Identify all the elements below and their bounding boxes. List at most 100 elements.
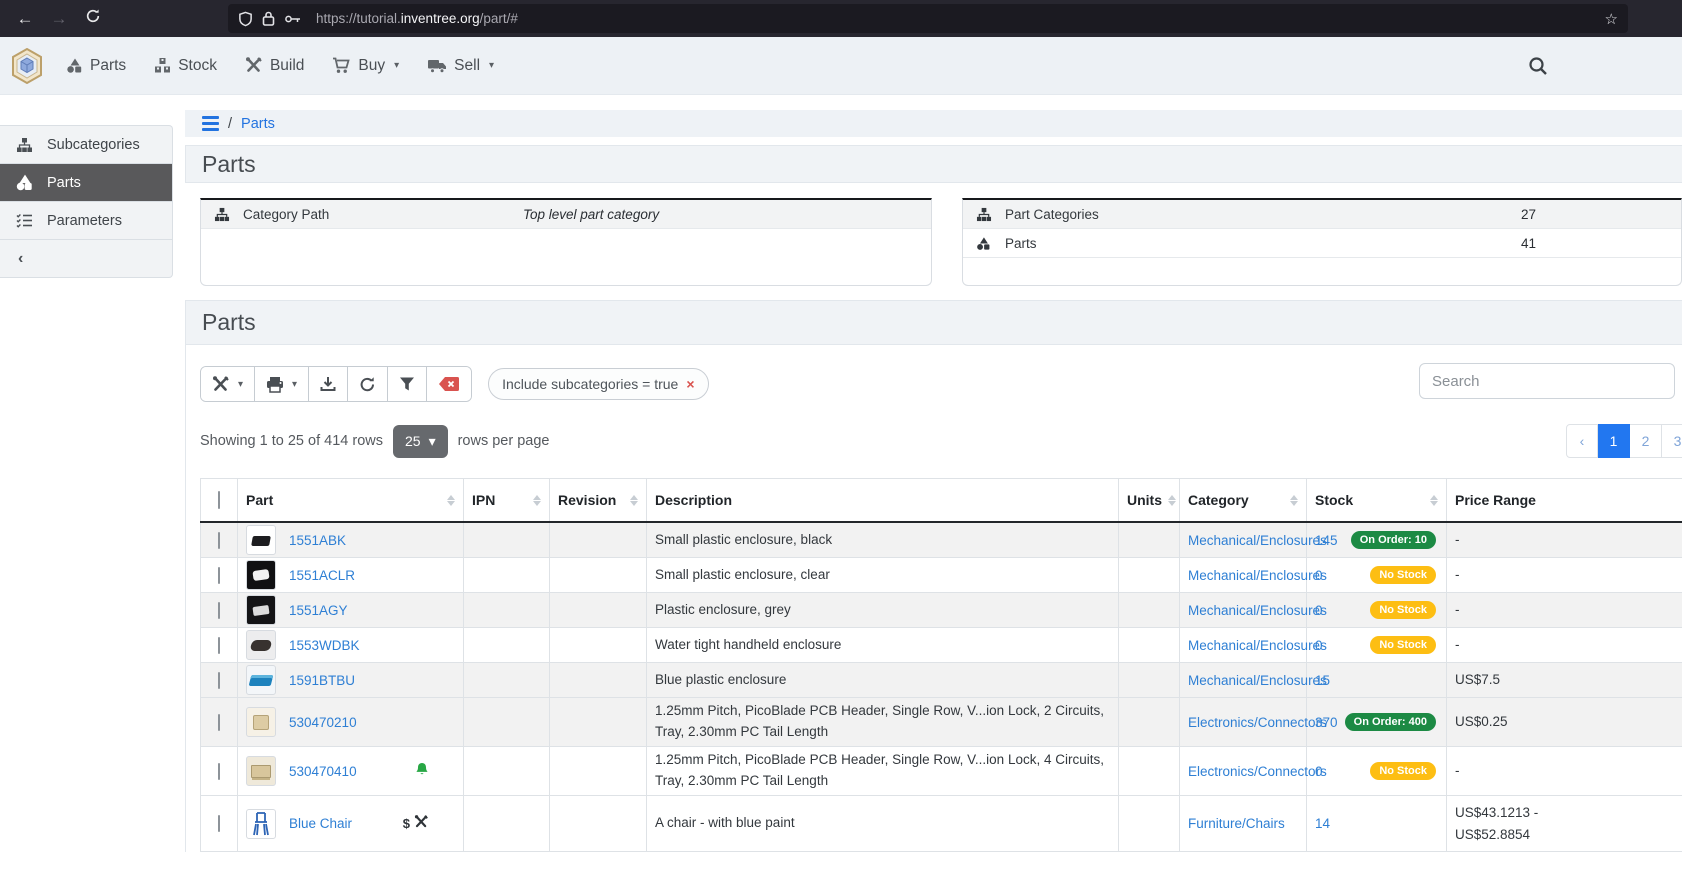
table-search-input[interactable] bbox=[1419, 363, 1675, 399]
search-icon[interactable] bbox=[1528, 56, 1548, 81]
browser-back-icon[interactable]: ← bbox=[8, 9, 42, 29]
filter-chip-include-subcategories[interactable]: Include subcategories = true × bbox=[488, 368, 708, 400]
header-description[interactable]: Description bbox=[647, 479, 1119, 523]
row-checkbox[interactable] bbox=[218, 532, 220, 549]
page-size-dropdown[interactable]: 25▾ bbox=[393, 425, 448, 458]
row-checkbox[interactable] bbox=[218, 714, 220, 731]
header-units[interactable]: Units bbox=[1119, 479, 1180, 523]
inventree-logo[interactable] bbox=[10, 48, 44, 84]
price-range-value: - bbox=[1455, 760, 1674, 782]
category-link[interactable]: Mechanical/Enclosures bbox=[1188, 533, 1327, 548]
part-description: Blue plastic enclosure bbox=[655, 670, 1110, 691]
category-link[interactable]: Mechanical/Enclosures bbox=[1188, 568, 1327, 583]
clear-filters-button[interactable] bbox=[427, 367, 471, 401]
sidebar-collapse-button[interactable]: ‹ bbox=[0, 240, 172, 277]
stock-link[interactable]: 0 bbox=[1315, 568, 1323, 583]
bookmark-star-icon[interactable]: ☆ bbox=[1605, 10, 1618, 28]
tools-icon bbox=[414, 815, 429, 832]
header-ipn[interactable]: IPN bbox=[464, 479, 550, 523]
header-stock[interactable]: Stock bbox=[1307, 479, 1447, 523]
row-checkbox[interactable] bbox=[218, 672, 220, 689]
category-detail-card: Category Path Top level part category bbox=[200, 198, 932, 286]
select-all-checkbox[interactable] bbox=[218, 491, 220, 509]
part-categories-label: Part Categories bbox=[1005, 207, 1285, 222]
stock-link[interactable]: 145 bbox=[1315, 533, 1338, 548]
category-link[interactable]: Electronics/Connectors bbox=[1188, 764, 1327, 779]
stock-link[interactable]: 0 bbox=[1315, 764, 1323, 779]
nav-stock[interactable]: Stock bbox=[154, 57, 217, 75]
nav-buy[interactable]: Buy ▾ bbox=[332, 57, 399, 75]
url-bar[interactable]: https://tutorial.inventree.org/part/# ☆ bbox=[228, 4, 1628, 33]
chip-close-icon[interactable]: × bbox=[686, 376, 694, 392]
breadcrumb-parts-link[interactable]: Parts bbox=[241, 116, 275, 132]
filter-button[interactable] bbox=[388, 367, 427, 401]
part-link[interactable]: 1591BTBU bbox=[289, 673, 355, 688]
browser-forward-icon[interactable]: → bbox=[42, 9, 76, 29]
part-link[interactable]: 530470210 bbox=[289, 715, 357, 730]
part-link[interactable]: 1551ABK bbox=[289, 533, 346, 548]
category-link[interactable]: Mechanical/Enclosures bbox=[1188, 673, 1327, 688]
browser-refresh-icon[interactable] bbox=[76, 8, 110, 29]
showing-rows-text: Showing 1 to 25 of 414 rows bbox=[200, 433, 383, 449]
sidebar-item-subcategories[interactable]: Subcategories bbox=[0, 126, 172, 164]
part-description: 1.25mm Pitch, PicoBlade PCB Header, Sing… bbox=[655, 701, 1110, 743]
part-link[interactable]: Blue Chair bbox=[289, 816, 352, 831]
pagination-page-3[interactable]: 3 bbox=[1662, 424, 1682, 458]
nav-parts[interactable]: Parts bbox=[66, 57, 126, 75]
parts-icon bbox=[66, 57, 83, 74]
pagination-page-2[interactable]: 2 bbox=[1630, 424, 1662, 458]
ipn-cell bbox=[464, 663, 550, 698]
shield-icon[interactable] bbox=[238, 11, 253, 27]
filter-funnel-icon bbox=[399, 376, 415, 392]
breadcrumb-menu-icon[interactable] bbox=[202, 116, 219, 131]
refresh-icon bbox=[359, 376, 376, 393]
print-button[interactable]: ▾ bbox=[255, 367, 309, 401]
part-description: 1.25mm Pitch, PicoBlade PCB Header, Sing… bbox=[655, 750, 1110, 792]
table-header-row: Part IPN Revision Description Units Cate… bbox=[201, 479, 1682, 523]
row-checkbox[interactable] bbox=[218, 815, 220, 832]
header-part[interactable]: Part bbox=[238, 479, 464, 523]
part-link[interactable]: 1551ACLR bbox=[289, 568, 355, 583]
row-checkbox[interactable] bbox=[218, 637, 220, 654]
part-description: A chair - with blue paint bbox=[655, 813, 1110, 834]
ipn-cell bbox=[464, 698, 550, 747]
stock-link[interactable]: 370 bbox=[1315, 715, 1338, 730]
lock-icon[interactable] bbox=[262, 11, 275, 26]
stock-link[interactable]: 0 bbox=[1315, 638, 1323, 653]
part-description: Plastic enclosure, grey bbox=[655, 600, 1110, 621]
ipn-cell bbox=[464, 522, 550, 558]
category-link[interactable]: Mechanical/Enclosures bbox=[1188, 603, 1327, 618]
header-revision[interactable]: Revision bbox=[550, 479, 647, 523]
part-thumbnail bbox=[246, 595, 276, 625]
header-price-range[interactable]: Price Range bbox=[1447, 479, 1682, 523]
chevron-down-icon: ▾ bbox=[238, 379, 243, 390]
pagination-prev[interactable]: ‹ bbox=[1566, 424, 1598, 458]
category-stats-card: Part Categories 27 Parts 41 bbox=[962, 198, 1682, 286]
chevron-down-icon: ▾ bbox=[394, 60, 399, 71]
category-link[interactable]: Furniture/Chairs bbox=[1188, 816, 1285, 831]
nav-sell[interactable]: Sell ▾ bbox=[427, 57, 494, 75]
category-link[interactable]: Mechanical/Enclosures bbox=[1188, 638, 1327, 653]
row-checkbox[interactable] bbox=[218, 602, 220, 619]
refresh-button[interactable] bbox=[348, 367, 388, 401]
part-link[interactable]: 530470410 bbox=[289, 764, 357, 779]
nav-build[interactable]: Build bbox=[245, 57, 304, 75]
part-link[interactable]: 1551AGY bbox=[289, 603, 348, 618]
part-link[interactable]: 1553WDBK bbox=[289, 638, 360, 653]
download-button[interactable] bbox=[309, 367, 348, 401]
pagination-page-1[interactable]: 1 bbox=[1598, 424, 1630, 458]
sidebar-item-parts[interactable]: Parts bbox=[0, 164, 172, 202]
price-range-value: - bbox=[1455, 529, 1674, 551]
category-link[interactable]: Electronics/Connectors bbox=[1188, 715, 1327, 730]
row-checkbox[interactable] bbox=[218, 567, 220, 584]
category-path-row: Category Path Top level part category bbox=[201, 200, 931, 229]
sidebar-item-parameters[interactable]: Parameters bbox=[0, 202, 172, 240]
stock-link[interactable]: 14 bbox=[1315, 816, 1330, 831]
table-actions-button[interactable]: ▾ bbox=[201, 367, 255, 401]
stock-link[interactable]: 15 bbox=[1315, 673, 1330, 688]
header-category[interactable]: Category bbox=[1180, 479, 1307, 523]
row-checkbox[interactable] bbox=[218, 763, 220, 780]
key-icon[interactable] bbox=[284, 13, 301, 25]
units-cell bbox=[1119, 747, 1180, 796]
stock-link[interactable]: 0 bbox=[1315, 603, 1323, 618]
